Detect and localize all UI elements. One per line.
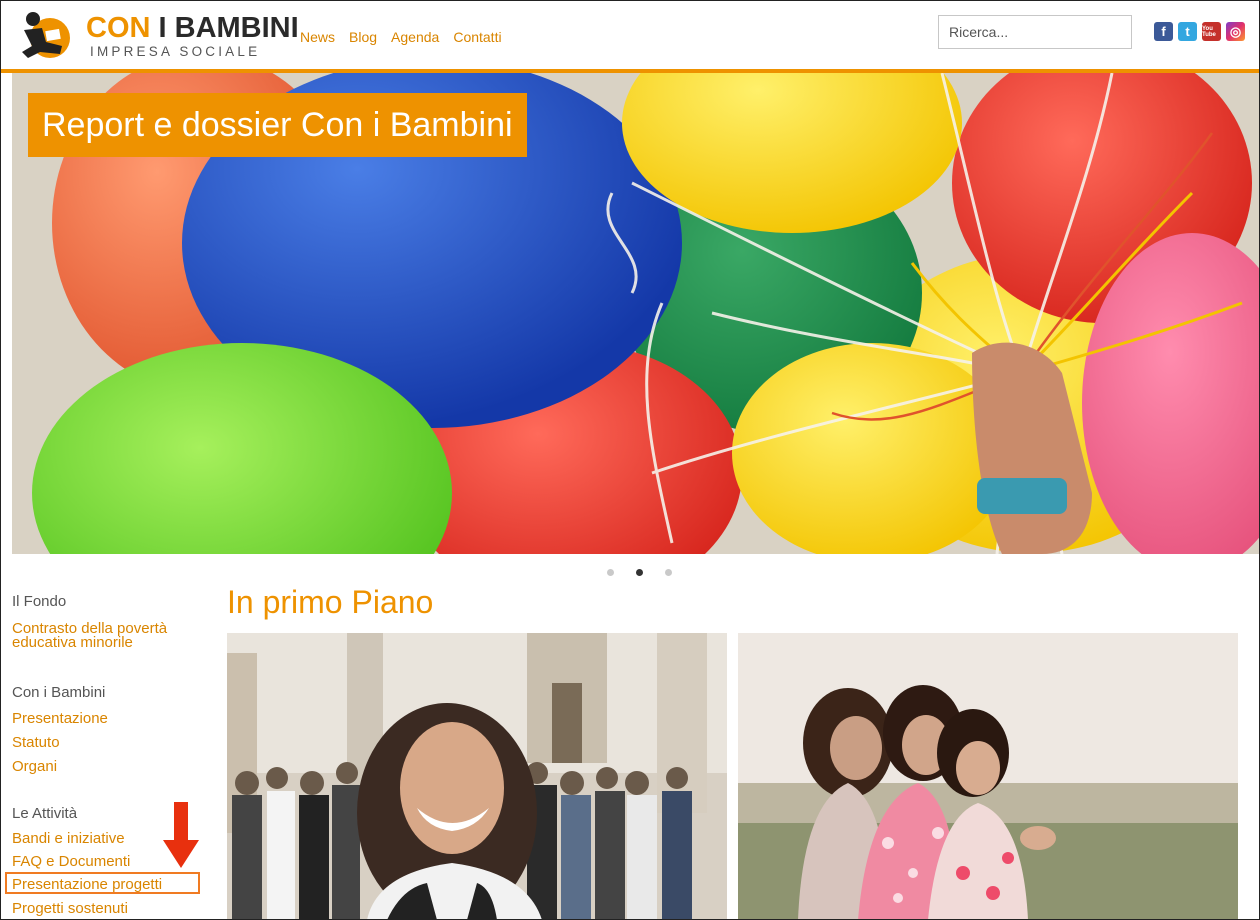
hero-title[interactable]: Report e dossier Con i Bambini	[28, 93, 527, 157]
carousel-dots	[607, 569, 672, 576]
featured-card-2[interactable]	[738, 633, 1238, 920]
sidebar-link-bandi[interactable]: Bandi e iniziative	[12, 831, 125, 846]
carousel-dot-2[interactable]	[636, 569, 643, 576]
section-title-in-primo-piano: In primo Piano	[227, 584, 434, 620]
hero-slider[interactable]: Report e dossier Con i Bambini	[12, 73, 1260, 554]
instagram-icon[interactable]: ◎	[1226, 22, 1245, 41]
featured-image-woman-smiling	[227, 633, 727, 920]
youtube-icon[interactable]: You Tube	[1202, 22, 1221, 41]
sidebar-link-presentazione[interactable]: Presentazione	[12, 711, 108, 726]
featured-card-1[interactable]	[227, 633, 727, 920]
facebook-icon[interactable]: f	[1154, 22, 1173, 41]
logo-subtitle: IMPRESA SOCIALE	[90, 44, 261, 59]
featured-image-children	[738, 633, 1238, 920]
main-nav: News Blog Agenda Contatti	[300, 29, 502, 45]
social-links: f t You Tube ◎	[1154, 22, 1245, 41]
sidebar-link-contrasto[interactable]: Contrasto della povertà educativa minori…	[12, 621, 202, 650]
nav-link-agenda[interactable]: Agenda	[391, 29, 439, 45]
nav-link-blog[interactable]: Blog	[349, 29, 377, 45]
highlight-box-annotation	[5, 872, 200, 894]
sidebar-heading-il-fondo: Il Fondo	[12, 593, 67, 610]
logo-mark-icon	[22, 12, 70, 58]
logo-title-con: CON	[86, 12, 151, 44]
sidebar-link-progetti-sostenuti[interactable]: Progetti sostenuti	[12, 901, 128, 916]
logo-title: CON I BAMBINI	[86, 12, 299, 45]
search-input[interactable]	[938, 15, 1132, 49]
twitter-icon[interactable]: t	[1178, 22, 1197, 41]
sidebar-link-statuto[interactable]: Statuto	[12, 735, 60, 750]
nav-link-news[interactable]: News	[300, 29, 335, 45]
nav-link-contatti[interactable]: Contatti	[453, 29, 501, 45]
carousel-dot-1[interactable]	[607, 569, 614, 576]
carousel-dot-3[interactable]	[665, 569, 672, 576]
site-header: CON I BAMBINI IMPRESA SOCIALE News Blog …	[0, 0, 1260, 70]
arrow-down-icon	[163, 802, 199, 868]
sidebar-link-organi[interactable]: Organi	[12, 759, 57, 774]
site-logo[interactable]: CON I BAMBINI IMPRESA SOCIALE	[16, 8, 299, 64]
sidebar-heading-con-i-bambini: Con i Bambini	[12, 684, 106, 701]
sidebar-link-faq[interactable]: FAQ e Documenti	[12, 854, 130, 869]
logo-title-bambini: I BAMBINI	[158, 12, 299, 44]
sidebar-heading-le-attivita: Le Attività	[12, 805, 78, 822]
